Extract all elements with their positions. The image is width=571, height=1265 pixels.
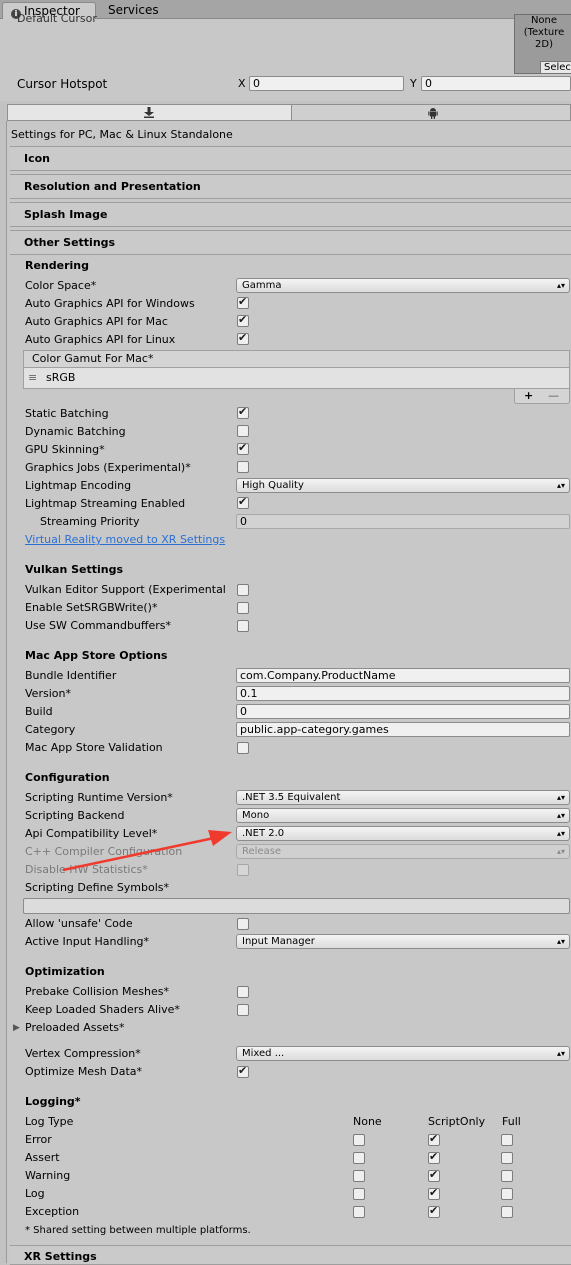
vertex-compression-value: Mixed ... (242, 1048, 285, 1059)
log-warning-none-checkbox[interactable] (353, 1170, 365, 1182)
log-type-label: Log Type (25, 1115, 74, 1128)
log-error-full-checkbox[interactable] (501, 1134, 513, 1146)
log-assert-full-checkbox[interactable] (501, 1152, 513, 1164)
log-col-scriptonly: ScriptOnly (428, 1115, 486, 1128)
log-log-none-checkbox[interactable] (353, 1188, 365, 1200)
dropdown-arrow-icon: ▴▾ (556, 1049, 565, 1058)
log-col-full: Full (502, 1115, 521, 1128)
log-assert-none-checkbox[interactable] (353, 1152, 365, 1164)
log-exception-scriptonly-checkbox[interactable] (428, 1204, 440, 1218)
log-warning-full-checkbox[interactable] (501, 1170, 513, 1182)
vertex-compression-dropdown[interactable]: Mixed ... ▴▾ (236, 1046, 570, 1061)
optimize-mesh-checkbox[interactable] (237, 1064, 249, 1078)
prebake-meshes-checkbox[interactable] (237, 986, 249, 998)
prebake-meshes-label: Prebake Collision Meshes* (25, 985, 169, 998)
keep-shaders-label: Keep Loaded Shaders Alive* (25, 1003, 180, 1016)
log-row-label: Error (25, 1133, 52, 1146)
log-log-scriptonly-checkbox[interactable] (428, 1186, 440, 1200)
log-row-label: Log (25, 1187, 45, 1200)
optimization-header: Optimization (25, 965, 105, 978)
log-exception-full-checkbox[interactable] (501, 1206, 513, 1218)
log-warning-scriptonly-checkbox[interactable] (428, 1168, 440, 1182)
log-exception-none-checkbox[interactable] (353, 1206, 365, 1218)
shared-setting-note: * Shared setting between multiple platfo… (25, 1225, 251, 1236)
log-error-none-checkbox[interactable] (353, 1134, 365, 1146)
log-row-label: Assert (25, 1151, 60, 1164)
logging-header: Logging* (25, 1095, 81, 1108)
preloaded-assets-label[interactable]: Preloaded Assets* (25, 1021, 125, 1035)
keep-shaders-checkbox[interactable] (237, 1004, 249, 1016)
section-xr[interactable]: XR Settings (10, 1245, 571, 1265)
log-log-full-checkbox[interactable] (501, 1188, 513, 1200)
log-col-none: None (353, 1115, 382, 1128)
log-row-label: Exception (25, 1205, 80, 1218)
optimize-mesh-label: Optimize Mesh Data* (25, 1065, 143, 1078)
section-xr-title: XR Settings (24, 1250, 97, 1263)
log-assert-scriptonly-checkbox[interactable] (428, 1150, 440, 1164)
foldout-arrow-icon[interactable]: ▶ (13, 1021, 20, 1035)
vertex-compression-label: Vertex Compression* (25, 1047, 141, 1060)
log-row-label: Warning (25, 1169, 71, 1182)
log-error-scriptonly-checkbox[interactable] (428, 1132, 440, 1146)
